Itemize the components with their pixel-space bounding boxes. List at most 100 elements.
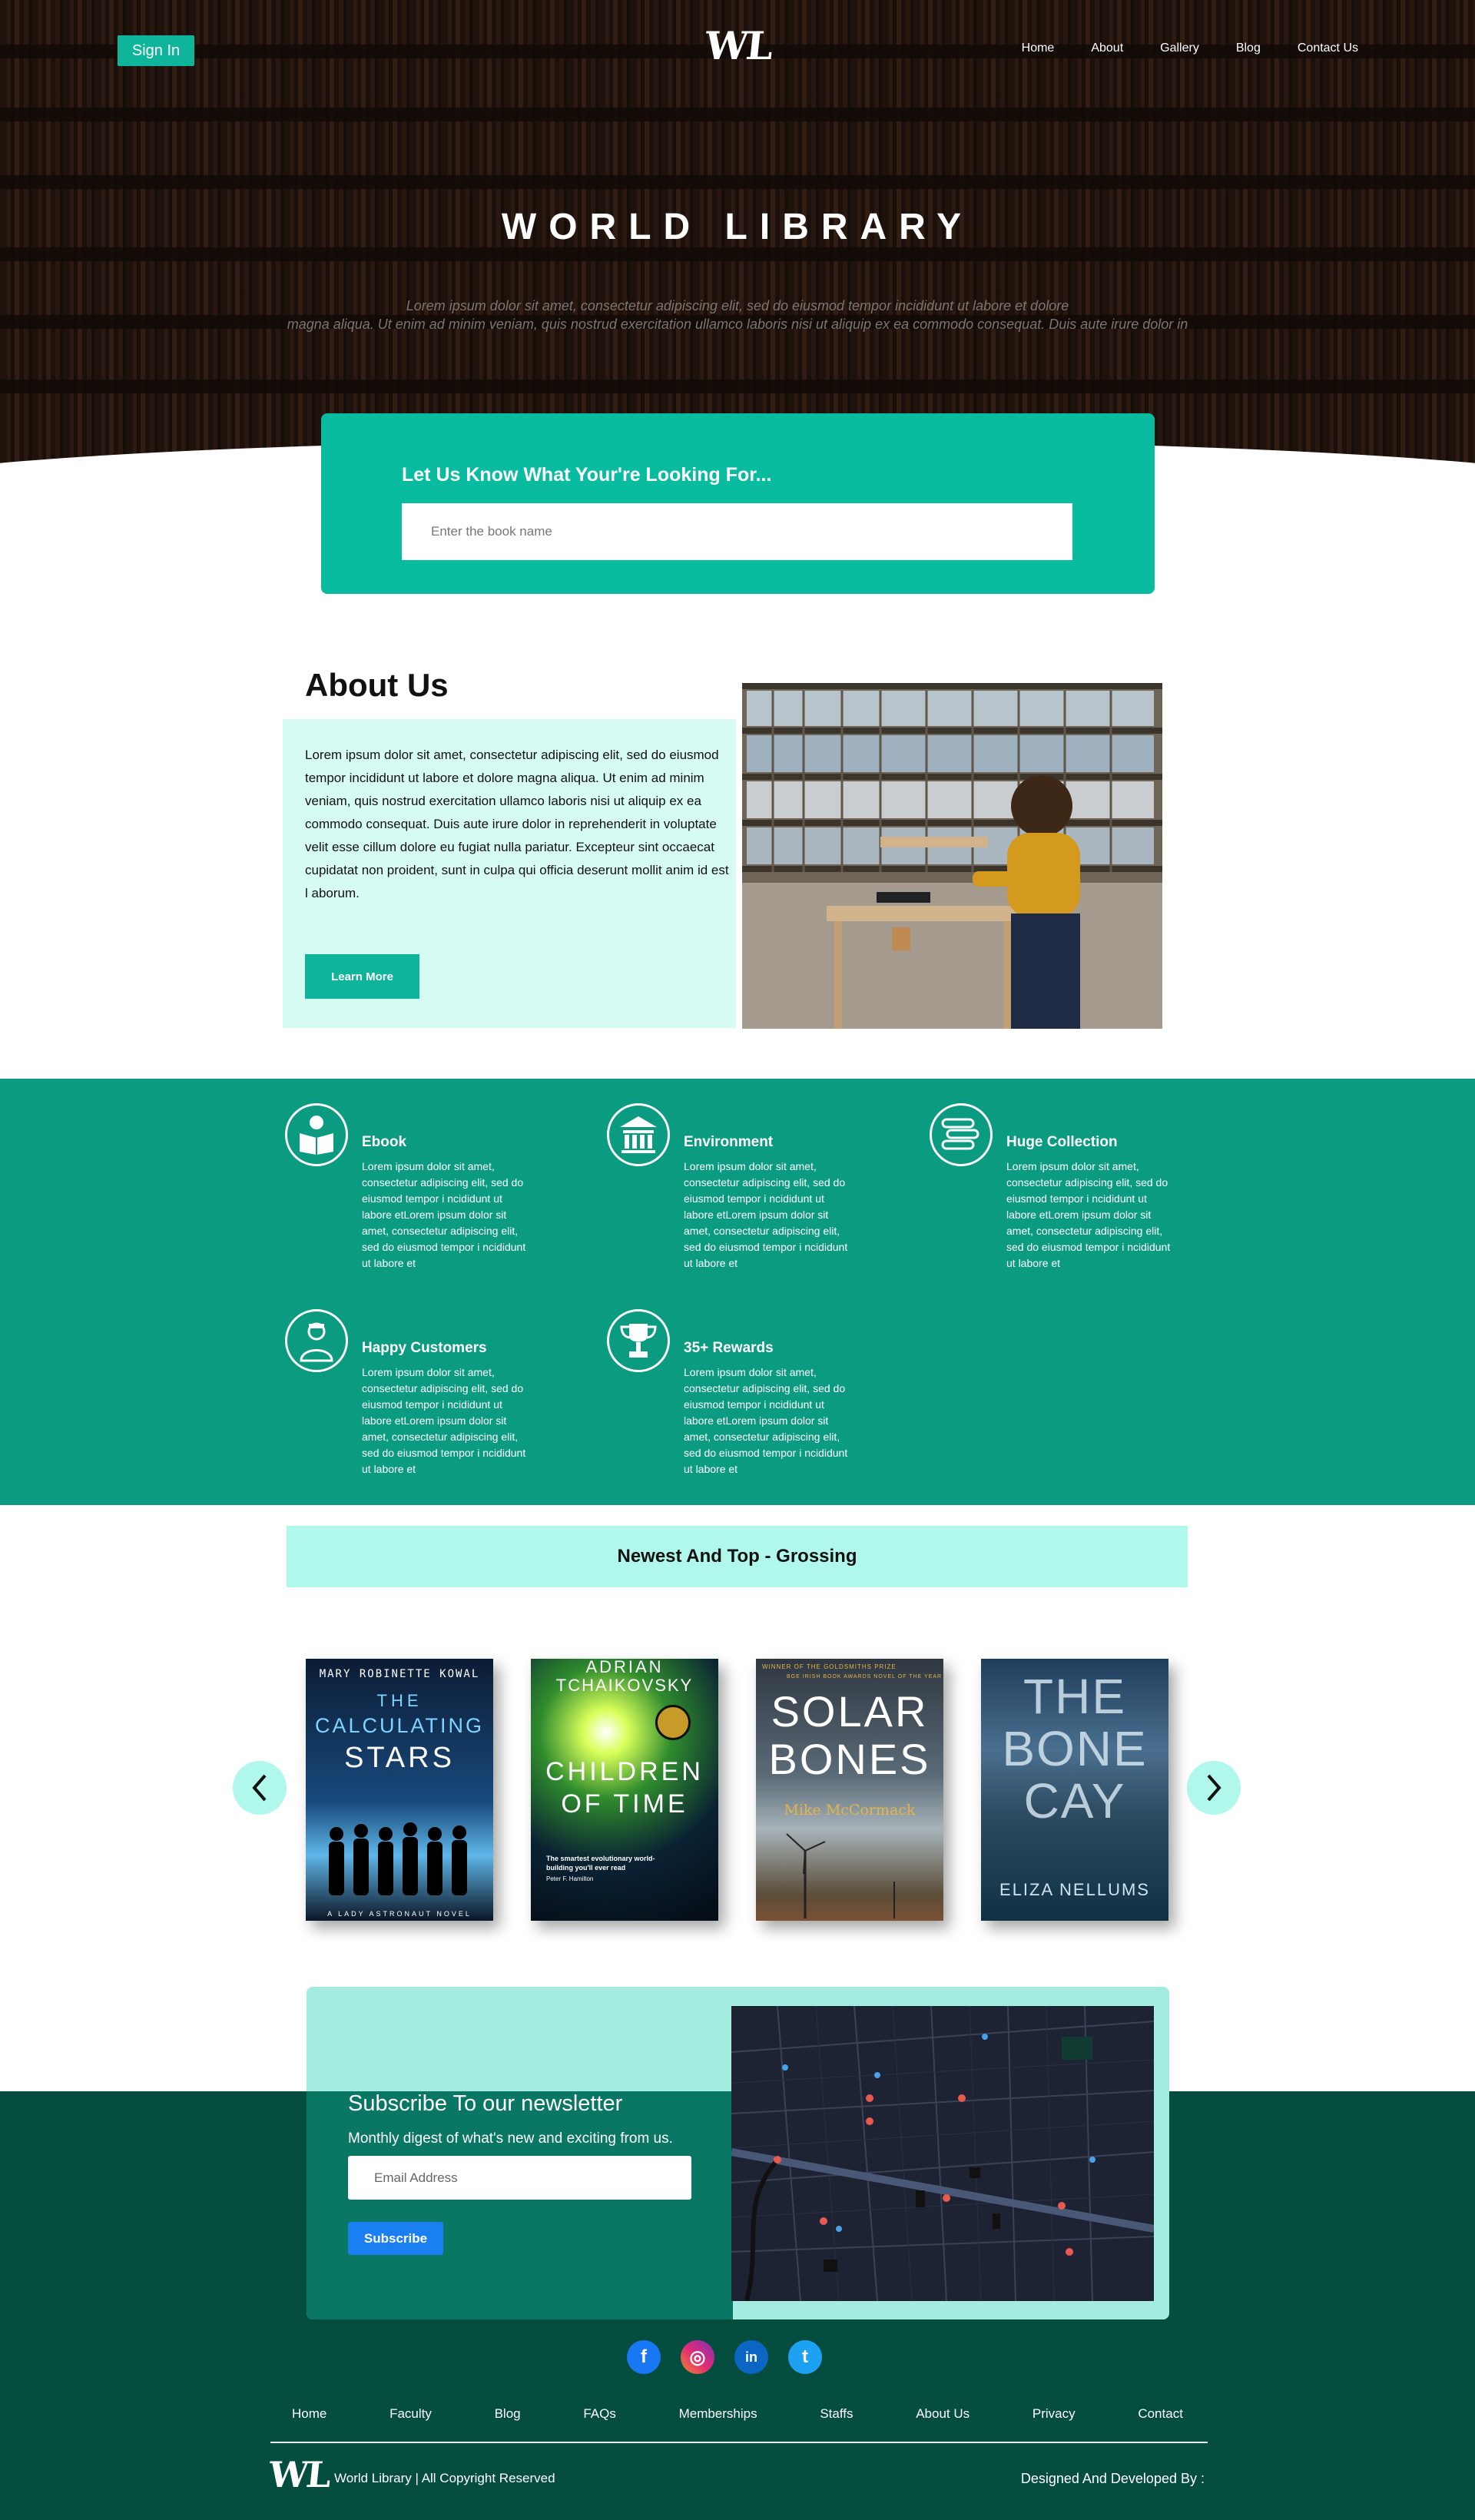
footer-link-privacy[interactable]: Privacy <box>1009 2406 1099 2422</box>
nav-gallery[interactable]: Gallery <box>1160 41 1199 55</box>
instagram-icon[interactable]: ◎ <box>681 2340 714 2374</box>
book-author: ELIZA NELLUMS <box>999 1880 1150 1899</box>
site-logo[interactable]: WL <box>703 23 774 68</box>
footer-link-faculty[interactable]: Faculty <box>366 2406 455 2422</box>
bookshelf-row <box>0 175 1475 189</box>
about-text: Lorem ipsum dolor sit amet, consectetur … <box>305 748 729 900</box>
hero-subtitle-line: magna aliqua. Ut enim ad minim veniam, q… <box>287 317 1188 332</box>
hero-title: WORLD LIBRARY <box>501 207 974 247</box>
book-search-input[interactable] <box>402 503 1072 560</box>
features-section: Ebook Lorem ipsum dolor sit amet, consec… <box>0 1079 1475 1505</box>
feature-desc: Lorem ipsum dolor sit amet, consectetur … <box>684 1366 848 1475</box>
chevron-left-icon <box>252 1774 267 1802</box>
feature-desc: Lorem ipsum dolor sit amet, consectetur … <box>1006 1160 1171 1269</box>
book-title: STARS <box>344 1742 455 1774</box>
footer-link-staffs[interactable]: Staffs <box>797 2406 876 2422</box>
about-box: Lorem ipsum dolor sit amet, consectetur … <box>283 719 736 1028</box>
footer-link-memberships[interactable]: Memberships <box>656 2406 781 2422</box>
books-stack-icon <box>930 1103 993 1166</box>
footer-link-blog[interactable]: Blog <box>472 2406 544 2422</box>
book-title: CHILDREN <box>545 1757 704 1786</box>
book-title: CALCULATING <box>314 1714 485 1737</box>
chevron-right-icon <box>1207 1774 1221 1802</box>
book-author: ADRIAN <box>585 1659 664 1676</box>
feature-title: Ebook <box>362 1134 407 1150</box>
newsletter-email-input[interactable] <box>348 2156 691 2200</box>
designed-by-text: Designed And Developed By : <box>1020 2471 1205 2486</box>
books-heading-bar: Newest And Top - Grossing <box>287 1526 1188 1587</box>
nav-contact-us[interactable]: Contact Us <box>1298 41 1358 55</box>
facebook-icon[interactable]: f <box>627 2340 661 2374</box>
book-title: THE <box>376 1691 423 1710</box>
book-prize: BGE IRISH BOOK AWARDS NOVEL OF THE YEAR <box>787 1674 943 1679</box>
footer-link-faqs[interactable]: FAQs <box>560 2406 639 2422</box>
bookshelf-row <box>0 108 1475 121</box>
feature-title: Happy Customers <box>362 1340 487 1356</box>
feature-desc: Lorem ipsum dolor sit amet, consectetur … <box>362 1160 526 1269</box>
twitter-icon[interactable]: t <box>788 2340 822 2374</box>
hero-subtitle: Lorem ipsum dolor sit amet, consectetur … <box>230 297 1245 333</box>
footer-logo[interactable]: WL <box>267 2454 331 2495</box>
bookshelf-row <box>0 247 1475 261</box>
nav-blog[interactable]: Blog <box>1236 41 1261 55</box>
nav-home[interactable]: Home <box>1022 41 1055 55</box>
trophy-icon <box>607 1309 670 1372</box>
book-title: SOLAR <box>771 1687 929 1736</box>
location-map[interactable] <box>731 2006 1154 2301</box>
linkedin-icon[interactable]: in <box>734 2340 768 2374</box>
book-blurb-author: Peter F. Hamilton <box>546 1875 594 1882</box>
book-series: A LADY ASTRONAUT NOVEL <box>327 1910 472 1918</box>
book-cover[interactable]: WINNER OF THE GOLDSMITHS PRIZE BGE IRISH… <box>756 1659 943 1921</box>
books-heading: Newest And Top - Grossing <box>617 1546 857 1567</box>
feature-title: Huge Collection <box>1006 1134 1118 1150</box>
book-cover[interactable]: MARY ROBINETTE KOWAL THE CALCULATING STA… <box>306 1659 493 1921</box>
learn-more-button[interactable]: Learn More <box>305 954 419 999</box>
subscribe-button[interactable]: Subscribe <box>348 2222 443 2255</box>
book-title: THE <box>1023 1669 1126 1724</box>
map-illustration <box>731 2006 1154 2301</box>
newsletter-subtitle: Monthly digest of what's new and excitin… <box>348 2130 673 2147</box>
book-title: OF TIME <box>561 1789 688 1819</box>
bookshelf-row <box>0 380 1475 393</box>
building-icon <box>607 1103 670 1166</box>
book-author: Mike McCormack <box>784 1802 916 1819</box>
carousel-prev-button[interactable] <box>233 1761 287 1815</box>
hero-subtitle-line: Lorem ipsum dolor sit amet, consectetur … <box>406 298 1069 313</box>
award-badge <box>655 1705 691 1740</box>
copyright-text: World Library | All Copyright Reserved <box>334 2471 555 2485</box>
customer-icon <box>285 1309 348 1372</box>
newsletter-content: Subscribe To our newsletter Monthly dige… <box>307 1982 733 2320</box>
book-blurb: The smartest evolutionary world-building… <box>546 1855 655 1872</box>
main-nav: Home About Gallery Blog Contact Us <box>985 41 1358 55</box>
sign-in-button[interactable]: Sign In <box>118 35 194 66</box>
book-author: MARY ROBINETTE KOWAL <box>319 1668 480 1680</box>
silhouettes-illustration <box>329 1822 467 1895</box>
footer-link-contact[interactable]: Contact <box>1115 2406 1206 2422</box>
wind-turbine-illustration <box>786 1833 895 1918</box>
newsletter-title: Subscribe To our newsletter <box>348 2091 623 2116</box>
search-card: Let Us Know What Your're Looking For... <box>321 413 1155 594</box>
book-prize: WINNER OF THE GOLDSMITHS PRIZE <box>762 1663 897 1670</box>
feature-title: Environment <box>684 1134 774 1150</box>
book-cover[interactable]: THE BONE CAY ELIZA NELLUMS <box>981 1659 1168 1921</box>
carousel-next-button[interactable] <box>1187 1761 1241 1815</box>
footer-link-home[interactable]: Home <box>269 2406 350 2422</box>
footer-link-about-us[interactable]: About Us <box>893 2406 993 2422</box>
feature-title: 35+ Rewards <box>684 1340 774 1356</box>
feature-desc: Lorem ipsum dolor sit amet, consectetur … <box>684 1160 848 1269</box>
footer-divider <box>270 2442 1208 2443</box>
reader-icon <box>285 1103 348 1166</box>
feature-desc: Lorem ipsum dolor sit amet, consectetur … <box>362 1366 526 1475</box>
about-title: About Us <box>305 667 449 703</box>
book-cover[interactable]: ADRIAN TCHAIKOVSKY CHILDREN OF TIME The … <box>531 1659 718 1921</box>
search-title: Let Us Know What Your're Looking For... <box>402 464 772 486</box>
book-title: BONES <box>768 1735 931 1783</box>
nav-about[interactable]: About <box>1091 41 1123 55</box>
footer-nav: Home Faculty Blog FAQs Memberships Staff… <box>269 2406 1206 2422</box>
library-photo <box>742 683 1162 1029</box>
book-author: TCHAIKOVSKY <box>555 1676 694 1695</box>
book-title: CAY <box>1023 1773 1126 1829</box>
book-title: BONE <box>1002 1721 1148 1776</box>
social-links: f ◎ in t <box>627 2340 822 2374</box>
library-illustration <box>742 683 1162 1029</box>
